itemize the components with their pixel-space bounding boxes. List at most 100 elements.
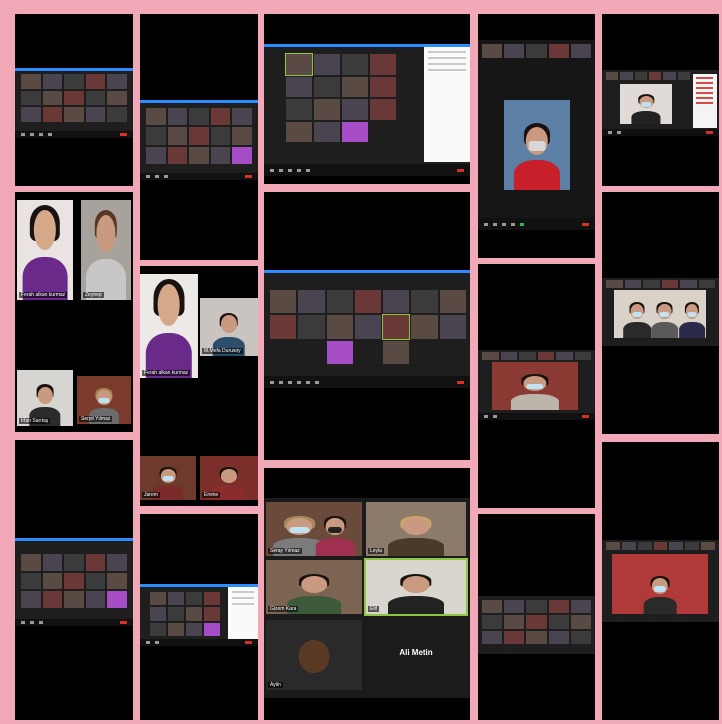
video-tile xyxy=(232,127,252,145)
participant-name: Zeynep xyxy=(83,292,104,298)
video-tile-large: Irfan Sarıtaş xyxy=(17,370,73,426)
chat-icon[interactable] xyxy=(164,175,168,178)
mute-icon[interactable] xyxy=(21,621,25,624)
video-tile xyxy=(314,76,340,97)
video-icon[interactable] xyxy=(279,380,283,384)
chat-icon[interactable] xyxy=(297,380,301,384)
mute-icon[interactable] xyxy=(146,175,150,178)
video-icon[interactable] xyxy=(30,621,34,624)
video-tile-large: Serpil Yılmaz xyxy=(77,376,131,424)
zoom-window xyxy=(264,270,470,388)
video-tile xyxy=(64,74,84,89)
panel-col2-top xyxy=(140,14,258,260)
video-strip xyxy=(606,542,715,550)
end-button[interactable] xyxy=(706,131,713,134)
video-icon[interactable] xyxy=(30,133,34,136)
share-icon[interactable] xyxy=(306,380,310,384)
video-tile xyxy=(42,107,63,122)
end-button[interactable] xyxy=(457,380,464,384)
video-tile xyxy=(606,542,620,550)
video-tile xyxy=(661,280,678,288)
video-tile xyxy=(286,121,312,142)
participant-video xyxy=(388,515,444,556)
participant-name: Elif xyxy=(368,606,379,612)
video-icon[interactable] xyxy=(617,131,621,134)
video-tile xyxy=(107,90,127,106)
video-tile-large xyxy=(492,362,578,410)
video-tile xyxy=(270,341,296,364)
record-icon[interactable] xyxy=(315,380,319,384)
panel-col5-mid xyxy=(602,192,719,434)
participants-icon[interactable] xyxy=(288,380,292,384)
end-button[interactable] xyxy=(582,222,589,226)
video-tile xyxy=(286,76,312,97)
video-tile xyxy=(146,108,166,126)
zoom-window xyxy=(602,278,719,346)
participants-icon[interactable] xyxy=(288,168,292,172)
video-tile xyxy=(370,122,396,143)
end-button[interactable] xyxy=(582,415,589,418)
participant-name: Seray Yılmaz xyxy=(268,548,302,554)
mute-icon[interactable] xyxy=(270,168,274,172)
video-icon[interactable] xyxy=(155,641,159,644)
video-grid xyxy=(150,592,220,636)
video-tile xyxy=(64,554,84,571)
video-tile xyxy=(526,600,547,614)
zoom-window xyxy=(478,350,595,420)
zoom-toolbar xyxy=(15,619,133,626)
video-tile xyxy=(286,99,312,120)
video-tile xyxy=(643,280,660,288)
panel-col3-mid xyxy=(264,192,470,460)
participants-icon[interactable] xyxy=(39,133,43,136)
share-icon[interactable] xyxy=(306,168,310,172)
video-tile xyxy=(526,630,547,644)
participants-icon[interactable] xyxy=(502,222,506,226)
video-tile-large: Ferah alkan kurmaz xyxy=(140,274,198,378)
video-tile xyxy=(189,127,209,145)
video-tile xyxy=(482,630,503,644)
video-tile xyxy=(21,74,41,89)
video-strip xyxy=(606,280,715,288)
video-grid xyxy=(146,108,252,164)
video-tile xyxy=(677,72,690,80)
chat-icon[interactable] xyxy=(511,222,515,226)
video-icon[interactable] xyxy=(493,415,497,418)
end-button[interactable] xyxy=(245,175,252,178)
mute-icon[interactable] xyxy=(270,380,274,384)
chat-icon[interactable] xyxy=(297,168,301,172)
participant-name: Gizem Kara xyxy=(268,606,299,612)
video-icon[interactable] xyxy=(155,175,159,178)
zoom-window xyxy=(264,44,470,176)
participant-name-center: Ali Metin xyxy=(399,648,433,657)
video-tile xyxy=(556,352,573,360)
mute-icon[interactable] xyxy=(484,222,488,226)
end-button[interactable] xyxy=(457,168,464,172)
video-tile xyxy=(383,290,410,314)
chat-icon[interactable] xyxy=(39,621,43,624)
video-tile xyxy=(85,107,106,122)
video-tile xyxy=(548,600,569,614)
video-icon[interactable] xyxy=(493,222,497,226)
video-tile xyxy=(150,607,166,621)
video-tile xyxy=(354,315,382,339)
end-button[interactable] xyxy=(120,621,127,624)
end-button[interactable] xyxy=(245,641,252,644)
mute-icon[interactable] xyxy=(146,641,150,644)
video-tile xyxy=(186,592,202,606)
chat-panel xyxy=(424,47,470,162)
chat-icon[interactable] xyxy=(48,133,52,136)
video-tile xyxy=(189,108,209,126)
end-button[interactable] xyxy=(120,133,127,136)
mute-icon[interactable] xyxy=(484,415,488,418)
participant-video xyxy=(513,123,561,190)
chat-panel xyxy=(228,587,258,639)
video-tile xyxy=(440,341,466,364)
video-tile xyxy=(574,352,591,360)
video-tile xyxy=(270,315,297,339)
video-tile xyxy=(298,315,325,339)
mute-icon[interactable] xyxy=(21,133,25,136)
video-icon[interactable] xyxy=(279,168,283,172)
mute-icon[interactable] xyxy=(608,131,612,134)
share-icon[interactable] xyxy=(520,222,524,226)
video-tile xyxy=(107,554,127,571)
